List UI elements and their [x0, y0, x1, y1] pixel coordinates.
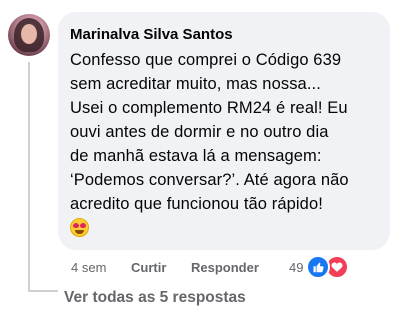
reaction-count: 49: [289, 259, 304, 275]
comment-timestamp[interactable]: 4 sem: [71, 259, 106, 277]
comment-author[interactable]: Marinalva Silva Santos: [70, 26, 378, 44]
thumbs-up-icon: [306, 255, 331, 279]
thread-connector: [28, 290, 58, 292]
heart-eyes-emoji-icon: [70, 218, 89, 237]
reply-button[interactable]: Responder: [191, 259, 259, 277]
comment-bubble: Marinalva Silva Santos Confesso que comp…: [58, 12, 390, 250]
like-button[interactable]: Curtir: [131, 259, 166, 277]
thread-line: [28, 62, 30, 292]
comment-text: Confesso que comprei o Código 639 sem ac…: [70, 51, 349, 213]
avatar[interactable]: [8, 14, 50, 56]
view-all-replies-link[interactable]: Ver todas as 5 respostas: [64, 288, 246, 308]
reactions-summary[interactable]: 49: [289, 255, 350, 279]
